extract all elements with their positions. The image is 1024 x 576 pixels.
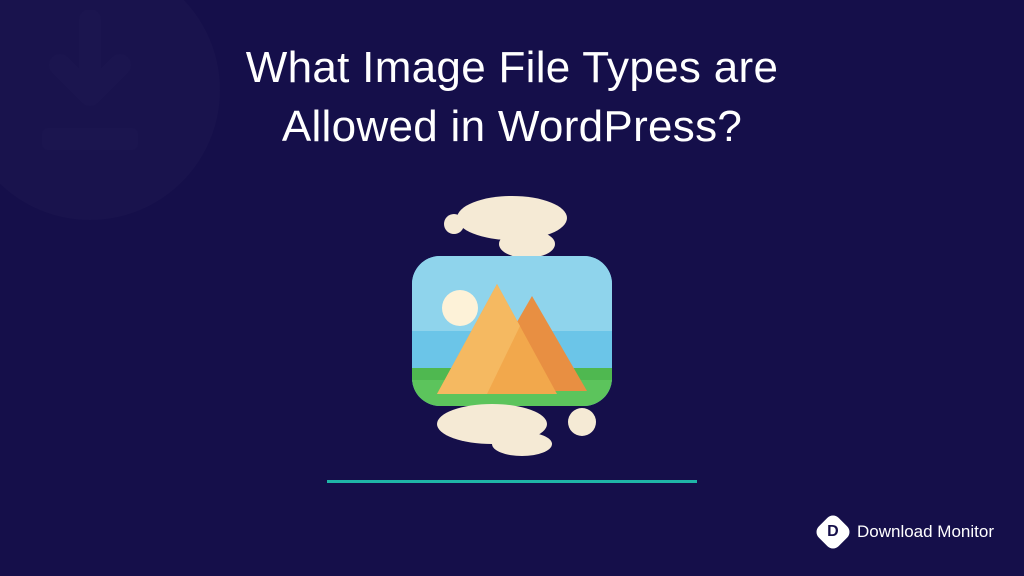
landscape-image-icon [392,196,632,456]
accent-underline [327,480,697,483]
title-line-1: What Image File Types are [246,43,778,92]
title-line-2: Allowed in WordPress? [282,102,742,151]
badge-logo-icon: D [813,512,853,552]
badge-label: Download Monitor [857,522,994,542]
badge-letter: D [827,523,839,541]
download-monitor-badge: D Download Monitor [819,518,994,546]
page-title: What Image File Types are Allowed in Wor… [0,38,1024,157]
